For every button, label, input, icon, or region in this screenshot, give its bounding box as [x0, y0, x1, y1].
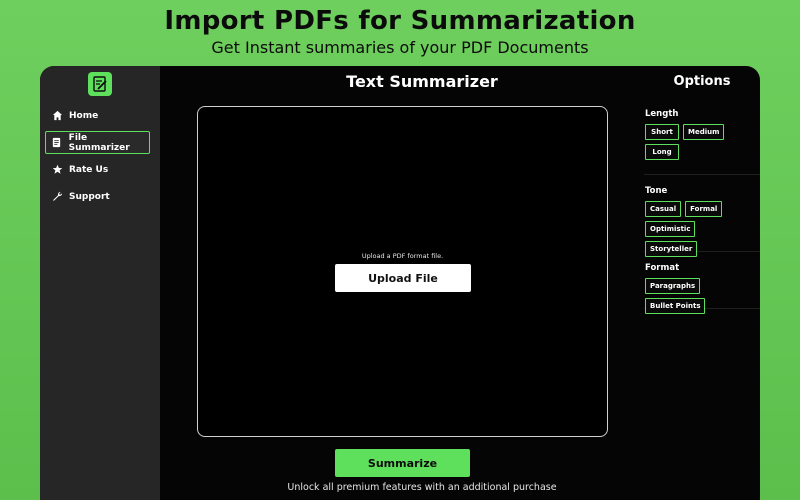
app-window: Home File Summarizer Rate Us Support Tex…: [40, 66, 760, 500]
star-icon: [51, 164, 63, 176]
upload-drop-area[interactable]: Upload a PDF format file. Upload File: [197, 106, 608, 437]
app-logo-icon: [88, 72, 112, 96]
sidebar-item-rate-us[interactable]: Rate Us: [45, 158, 150, 181]
sidebar-nav: Home File Summarizer Rate Us Support: [45, 104, 150, 212]
format-label: Format: [645, 263, 680, 273]
sidebar: Home File Summarizer Rate Us Support: [40, 66, 160, 500]
sidebar-item-label: Rate Us: [69, 164, 109, 175]
sidebar-item-file-summarizer[interactable]: File Summarizer: [45, 131, 150, 154]
summarize-button[interactable]: Summarize: [335, 449, 470, 477]
options-panel: Options Length Short Medium Long Tone Ca…: [644, 66, 760, 500]
tone-storyteller-chip[interactable]: Storyteller: [645, 241, 698, 257]
format-section: Format Paragraphs Bullet Points: [644, 263, 760, 314]
tone-label: Tone: [645, 186, 668, 196]
wrench-icon: [51, 191, 63, 203]
tone-casual-chip[interactable]: Casual: [645, 201, 682, 217]
options-title: Options: [673, 74, 731, 89]
length-long-chip[interactable]: Long: [645, 144, 679, 160]
sidebar-item-label: Support: [69, 191, 110, 202]
tone-section: Tone Casual Formal Optimistic Storytelle…: [644, 186, 760, 257]
document-icon: [51, 137, 63, 149]
sidebar-item-home[interactable]: Home: [45, 104, 150, 127]
premium-note: Unlock all premium features with an addi…: [287, 482, 557, 493]
upload-file-button[interactable]: Upload File: [335, 264, 471, 292]
hero-title: Import PDFs for Summarization: [164, 6, 636, 36]
format-bullet-points-chip[interactable]: Bullet Points: [645, 298, 706, 314]
tone-formal-chip[interactable]: Formal: [685, 201, 723, 217]
length-section: Length Short Medium Long: [644, 109, 760, 175]
upload-hint: Upload a PDF format file.: [361, 252, 444, 260]
hero-subtitle: Get Instant summaries of your PDF Docume…: [211, 38, 589, 57]
length-label: Length: [645, 109, 679, 119]
format-paragraphs-chip[interactable]: Paragraphs: [645, 278, 701, 294]
home-icon: [51, 110, 63, 122]
length-medium-chip[interactable]: Medium: [683, 124, 725, 140]
page-title: Text Summarizer: [346, 72, 498, 91]
sidebar-item-label: Home: [69, 110, 99, 121]
tone-optimistic-chip[interactable]: Optimistic: [645, 221, 696, 237]
length-short-chip[interactable]: Short: [645, 124, 679, 140]
sidebar-item-support[interactable]: Support: [45, 185, 150, 208]
sidebar-item-label: File Summarizer: [68, 132, 130, 153]
